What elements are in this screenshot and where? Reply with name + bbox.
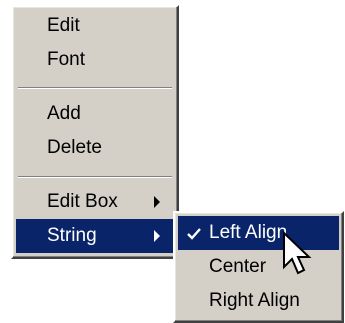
mouse-pointer-icon (283, 231, 312, 275)
menu-item-right-align[interactable]: Right Align (178, 284, 339, 318)
menu-item-label: Left Align (209, 222, 288, 243)
menu-item-add[interactable]: Add (16, 97, 174, 131)
chevron-right-icon (154, 230, 160, 242)
menu-item-label: Add (47, 103, 81, 124)
check-icon (187, 228, 201, 240)
menu-item-font[interactable]: Font (16, 43, 174, 77)
menu-item-left-align[interactable]: Left Align (178, 216, 339, 250)
menu-item-delete[interactable]: Delete (16, 131, 174, 165)
menu-item-label: String (47, 225, 97, 246)
menu-item-label: Right Align (209, 290, 300, 311)
chevron-right-icon (154, 196, 160, 208)
menu-item-edit[interactable]: Edit (16, 9, 174, 43)
menu-separator (18, 176, 172, 178)
menu-item-label: Edit (47, 15, 80, 36)
menu-item-center[interactable]: Center (178, 250, 339, 284)
menu-separator (18, 87, 172, 89)
menu-item-edit-box[interactable]: Edit Box (16, 185, 174, 219)
menu-item-string[interactable]: String (16, 219, 174, 253)
context-menu: Edit Font Add Delete Edit Box String (11, 5, 179, 259)
menu-item-label: Delete (47, 137, 102, 158)
menu-item-label: Center (209, 256, 267, 277)
menu-item-label: Font (47, 49, 86, 70)
menu-item-label: Edit Box (47, 191, 118, 212)
string-submenu: Left Align Center Right Align (173, 211, 344, 323)
